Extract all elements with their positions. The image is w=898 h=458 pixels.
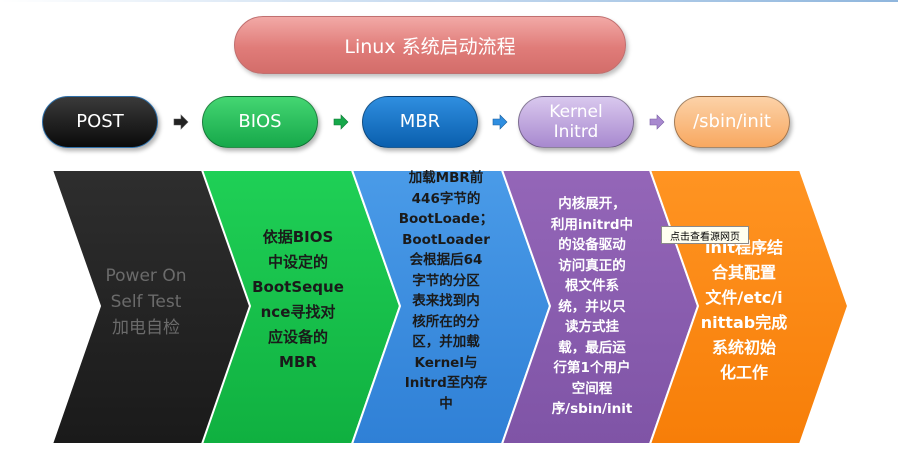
view-source-tooltip[interactable]: 点击查看源网页: [661, 226, 749, 244]
panel-bios-text: 依据BIOS 中设定的 BootSeque nce寻找对 应设备的 MBR: [252, 228, 344, 371]
panel-init-text: init程序结 合其配置 文件/etc/i nittab完成 系统初始 化工作: [700, 238, 788, 382]
panel-kernel-text: 内核展开， 利用initrd中 的设备驱动 访问真正的 根文件系 统，并以只 读…: [550, 196, 634, 417]
tooltip-text: 点击查看源网页: [670, 231, 740, 243]
panel-mbr-text: 加载MBR前 446字节的 BootLoade； BootLoader 会根据后…: [398, 170, 494, 412]
panel-post-text: Power On Self Test 加电自检: [105, 266, 187, 338]
